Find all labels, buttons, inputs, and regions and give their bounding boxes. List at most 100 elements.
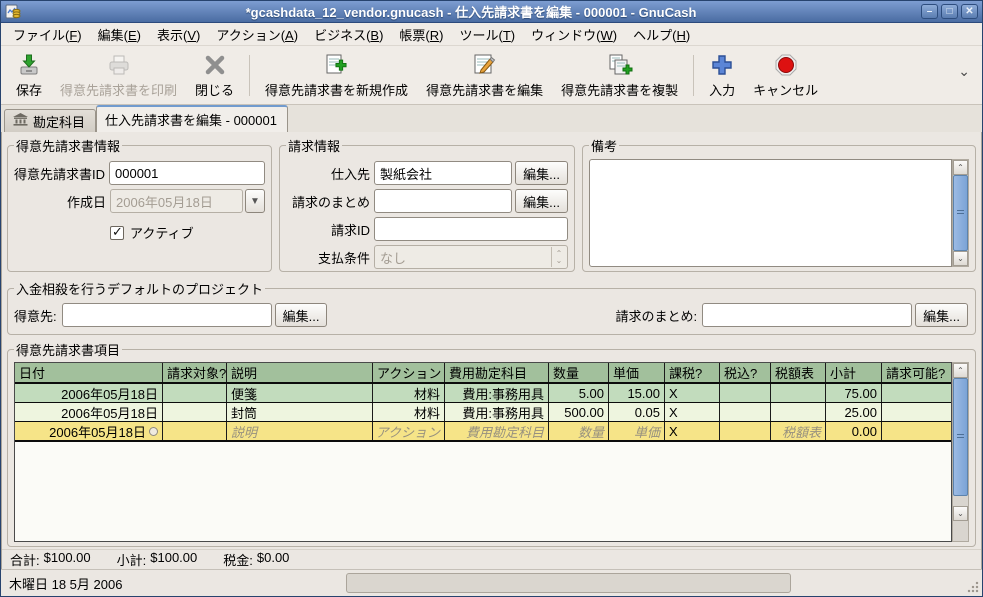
table-cell[interactable] xyxy=(163,384,227,402)
table-cell[interactable] xyxy=(882,403,951,421)
save-button[interactable]: 保存 xyxy=(7,49,51,102)
table-cell[interactable]: 費用:事務用具 xyxy=(445,384,549,402)
table-cell[interactable]: 15.00 xyxy=(609,384,665,402)
invoice-info-legend: 得意先請求書情報 xyxy=(14,136,122,155)
table-cell[interactable]: 2006年05月18日 xyxy=(15,403,163,421)
menu-item[interactable]: ビジネス(B) xyxy=(306,23,391,46)
total-value: $100.00 xyxy=(44,550,91,569)
table-cell[interactable] xyxy=(720,422,771,440)
table-cell[interactable]: X xyxy=(665,384,720,402)
toolbar-separator xyxy=(249,55,250,96)
table-cell[interactable] xyxy=(720,403,771,421)
menu-item[interactable]: ウィンドウ(W) xyxy=(523,23,625,46)
scroll-up-icon[interactable]: ⌃ xyxy=(953,160,968,175)
menu-item[interactable]: ヘルプ(H) xyxy=(625,23,698,46)
billing-id-input[interactable] xyxy=(374,217,568,241)
table-cell[interactable] xyxy=(720,384,771,402)
date-combo-icon[interactable] xyxy=(149,427,158,436)
enter-button[interactable]: 入力 xyxy=(700,49,744,102)
print-invoice-button[interactable]: 得意先請求書を印刷 xyxy=(51,49,186,102)
project-customer-edit-button[interactable]: 編集... xyxy=(275,303,328,327)
scrollbar-thumb[interactable] xyxy=(953,378,968,496)
menu-item[interactable]: ツール(T) xyxy=(452,23,524,46)
table-cell[interactable] xyxy=(771,403,826,421)
table-cell[interactable]: アクション xyxy=(373,422,445,440)
table-cell[interactable]: X xyxy=(665,422,720,440)
table-cell[interactable]: 5.00 xyxy=(549,384,609,402)
total-label: 合計: xyxy=(10,550,40,569)
scroll-up-icon[interactable]: ⌃ xyxy=(953,363,968,378)
table-cell[interactable]: 材料 xyxy=(373,403,445,421)
table-cell[interactable]: 便箋 xyxy=(227,384,373,402)
table-cell[interactable]: 単価 xyxy=(609,422,665,440)
menu-item[interactable]: 編集(E) xyxy=(90,23,149,46)
notes-legend: 備考 xyxy=(589,136,619,155)
scroll-down-icon[interactable]: ⌄ xyxy=(953,251,968,266)
minimize-button[interactable]: – xyxy=(921,4,938,19)
table-cell[interactable] xyxy=(882,422,951,440)
resize-grip[interactable] xyxy=(967,581,979,593)
project-job-edit-button[interactable]: 編集... xyxy=(915,303,968,327)
notes-textarea[interactable] xyxy=(589,159,952,267)
table-cell[interactable]: 封筒 xyxy=(227,403,373,421)
table-cell[interactable]: 25.00 xyxy=(826,403,882,421)
date-dropdown-button[interactable]: ▼ xyxy=(245,189,265,213)
table-cell[interactable]: 数量 xyxy=(549,422,609,440)
table-cell[interactable]: 0.05 xyxy=(609,403,665,421)
close-tab-button[interactable]: 閉じる xyxy=(186,49,243,102)
scroll-down-icon[interactable]: ⌄ xyxy=(953,506,968,521)
notes-scrollbar[interactable]: ⌃ ⌄ xyxy=(952,159,969,267)
table-row[interactable]: 2006年05月18日 説明アクション費用勘定科目数量単価X 税額表0.00 xyxy=(15,422,951,442)
notebook-tabbar: 勘定科目 仕入先請求書を編集 - 000001 xyxy=(1,105,982,132)
invoice-id-input[interactable]: 000001 xyxy=(109,161,265,185)
register-empty-area[interactable] xyxy=(15,442,951,541)
table-cell[interactable] xyxy=(163,403,227,421)
entries-scrollbar[interactable]: ⌃ ⌄ xyxy=(952,362,969,542)
chargeback-edit-button[interactable]: 編集... xyxy=(515,189,568,213)
table-cell[interactable]: 2006年05月18日 xyxy=(15,422,163,440)
table-cell[interactable] xyxy=(163,422,227,440)
table-cell[interactable]: 2006年05月18日 xyxy=(15,384,163,402)
table-cell[interactable]: 材料 xyxy=(373,384,445,402)
project-customer-input[interactable] xyxy=(62,303,272,327)
vendor-input[interactable]: 製紙会社 xyxy=(374,161,512,185)
menu-item[interactable]: 帳票(R) xyxy=(391,23,451,46)
toolbar-overflow-chevron-icon[interactable]: ⌄ xyxy=(958,63,976,88)
table-row[interactable]: 2006年05月18日 封筒材料費用:事務用具500.000.05X 25.00 xyxy=(15,403,951,422)
menu-item[interactable]: アクション(A) xyxy=(208,23,306,46)
vendor-edit-button[interactable]: 編集... xyxy=(515,161,568,185)
date-opened-input[interactable]: 2006年05月18日 xyxy=(110,189,243,213)
column-header: 日付 xyxy=(15,363,163,382)
table-cell[interactable]: 税額表 xyxy=(771,422,826,440)
table-cell[interactable] xyxy=(771,384,826,402)
entries-register[interactable]: 日付請求対象?説明アクション費用勘定科目数量単価課税?税込?税額表小計請求可能?… xyxy=(14,362,952,542)
close-window-button[interactable]: ✕ xyxy=(961,4,978,19)
date-opened-label: 作成日 xyxy=(14,192,106,211)
maximize-button[interactable]: □ xyxy=(941,4,958,19)
menu-item[interactable]: 表示(V) xyxy=(149,23,208,46)
cancel-button[interactable]: キャンセル xyxy=(744,49,827,102)
tab-accounts[interactable]: 勘定科目 xyxy=(4,109,96,132)
active-checkbox[interactable]: ✓ xyxy=(110,226,124,240)
table-cell[interactable]: X xyxy=(665,403,720,421)
billing-info-frame: 請求情報 仕入先 製紙会社 編集... 請求のまとめ 編集... 請求ID xyxy=(279,136,575,272)
chargeback-input[interactable] xyxy=(374,189,512,213)
table-cell[interactable]: 費用:事務用具 xyxy=(445,403,549,421)
billing-id-label: 請求ID xyxy=(286,220,370,239)
table-cell[interactable]: 0.00 xyxy=(826,422,882,440)
scrollbar-thumb[interactable] xyxy=(953,175,968,251)
table-cell[interactable] xyxy=(882,384,951,402)
table-row[interactable]: 2006年05月18日 便箋材料費用:事務用具5.0015.00X 75.00 xyxy=(15,384,951,403)
table-cell[interactable]: 500.00 xyxy=(549,403,609,421)
duplicate-invoice-button[interactable]: 得意先請求書を複製 xyxy=(552,49,687,102)
project-job-input[interactable] xyxy=(702,303,912,327)
new-invoice-button[interactable]: 得意先請求書を新規作成 xyxy=(256,49,417,102)
scrollbar-track[interactable] xyxy=(953,496,968,506)
table-cell[interactable]: 費用勘定科目 xyxy=(445,422,549,440)
table-cell[interactable]: 75.00 xyxy=(826,384,882,402)
terms-combo[interactable]: なし ⌃⌄ xyxy=(374,245,568,269)
tab-edit-vendor-bill[interactable]: 仕入先請求書を編集 - 000001 xyxy=(96,105,288,132)
menu-item[interactable]: ファイル(F) xyxy=(5,23,90,46)
edit-invoice-button[interactable]: 得意先請求書を編集 xyxy=(417,49,552,102)
table-cell[interactable]: 説明 xyxy=(227,422,373,440)
